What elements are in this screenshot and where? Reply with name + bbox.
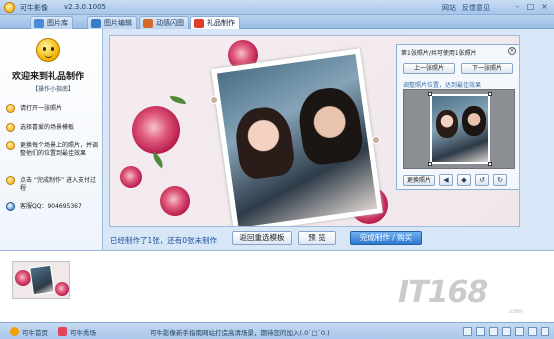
tab-flash[interactable]: 动感闪图 [139, 16, 189, 29]
guide-step: 更换每个场景上的照片，并调整他们的位置到最佳效果 [6, 141, 101, 171]
status-bar: 可牛首页 可牛秀场 可牛影像新手指南网站打造高清场景，期待您的加入(.0`□`0… [0, 322, 554, 339]
forum-link[interactable]: 可牛秀场 [70, 327, 96, 337]
main-area: 第1张照片/共可使用1张照片 × 上一张照片 下一张照片 调整照片位置，达到最佳… [103, 29, 554, 250]
rose-decoration [132, 106, 180, 154]
leaf-decoration [170, 96, 186, 104]
welcome-heading: 欢迎来到礼品制作 [12, 72, 85, 82]
rose-decoration [120, 166, 142, 188]
status-message: 可牛影像新手指南网站打造高清场景，期待您的加入(.0`□`0.) [150, 329, 330, 337]
tray-icon[interactable] [489, 327, 498, 336]
support-qq: 客服QQ：904695367 [20, 203, 82, 210]
adjust-hint: 调整照片位置，达到最佳效果 [403, 82, 482, 89]
app-version: v2.3.0.1005 [64, 3, 106, 11]
guide-title: 【操作小指南】 [32, 86, 75, 93]
prev-photo-button[interactable]: 上一张照片 [403, 63, 455, 74]
home-link[interactable]: 可牛首页 [22, 327, 48, 337]
step-text: 选择喜爱的场景模板 [20, 124, 75, 131]
tab-label: 图片编辑 [104, 19, 132, 27]
rose-decoration [15, 270, 31, 286]
close-icon[interactable]: × [508, 47, 516, 55]
mascot-icon [36, 38, 60, 62]
tray-icon[interactable] [463, 327, 472, 336]
guide-sidebar: 欢迎来到礼品制作 【操作小指南】 请打开一张照片 选择喜爱的场景模板 更换每个场… [0, 29, 103, 250]
guide-step: 请打开一张照片 [6, 104, 101, 116]
feedback-link[interactable]: 反馈意见 [462, 3, 490, 13]
website-link[interactable]: 网站 [442, 3, 456, 13]
preview-button[interactable]: 预 览 [298, 231, 336, 245]
resize-handle[interactable] [488, 92, 492, 96]
photo-subject [295, 84, 366, 168]
bullet-icon [6, 141, 15, 150]
couple-photo[interactable] [211, 48, 383, 226]
thumbnail-photo [29, 264, 55, 296]
replace-photo-button[interactable]: 更换照片 [403, 175, 435, 186]
finish-button[interactable]: 完成制作 / 购买 [350, 231, 422, 245]
maximize-button[interactable]: □ [525, 2, 536, 12]
tab-gift[interactable]: 礼品制作 [190, 16, 240, 30]
tray-icon[interactable] [476, 327, 485, 336]
filmstrip: IT168 .com [0, 250, 554, 322]
template-canvas[interactable]: 第1张照片/共可使用1张照片 × 上一张照片 下一张照片 调整照片位置，达到最佳… [109, 35, 520, 227]
rotate-left-icon[interactable]: ↺ [475, 174, 489, 186]
resize-handle[interactable] [428, 92, 432, 96]
rotate-right-icon[interactable]: ↻ [493, 174, 507, 186]
app-title: 可牛影像 [20, 4, 48, 12]
resize-handle[interactable] [428, 162, 432, 166]
back-to-template-button[interactable]: 返回重选模板 [232, 231, 292, 245]
photo-preview[interactable] [403, 89, 515, 169]
forum-icon [58, 327, 67, 336]
tab-label: 动感闪图 [156, 19, 184, 27]
bullet-icon [6, 176, 15, 185]
photo-adjust-panel: 第1张照片/共可使用1张照片 × 上一张照片 下一张照片 调整照片位置，达到最佳… [396, 44, 519, 190]
step-text: 请打开一张照片 [20, 105, 63, 112]
rose-decoration [160, 186, 190, 216]
app-logo-icon [4, 2, 15, 13]
gallery-icon [34, 19, 44, 28]
resize-grip-icon[interactable] [541, 327, 549, 336]
guide-step: 点击 “完成制作” 进入支付过程 [6, 176, 101, 196]
tray-icon[interactable] [528, 327, 537, 336]
close-button[interactable]: × [539, 2, 550, 12]
edit-icon [91, 19, 101, 28]
bullet-icon [6, 123, 15, 132]
tab-gallery[interactable]: 图片库 [30, 16, 73, 29]
watermark-suffix: .com [508, 308, 523, 315]
guide-step: 客服QQ：904695367 [6, 202, 101, 214]
step-text: 点击 “完成制作” 进入支付过程 [20, 177, 97, 192]
preview-photo[interactable] [430, 94, 490, 164]
tray-icon[interactable] [515, 327, 524, 336]
watermark: IT168 [398, 275, 488, 310]
flip-vertical-icon[interactable]: ◆ [457, 174, 471, 186]
tray-icon[interactable] [502, 327, 511, 336]
tab-label: 图片库 [47, 19, 68, 27]
tab-bar: 图片库 图片编辑 动感闪图 礼品制作 [0, 15, 554, 30]
guide-step: 选择喜爱的场景模板 [6, 123, 101, 135]
bullet-icon [6, 104, 15, 113]
bow-decoration [210, 96, 218, 104]
title-bar: 可牛影像 v2.3.0.1005 网站 反馈意见 - □ × [0, 0, 554, 15]
flash-icon [143, 19, 153, 28]
tab-label: 礼品制作 [207, 19, 235, 27]
home-icon [10, 327, 19, 336]
bow-decoration [372, 136, 380, 144]
step-text: 更换每个场景上的照片，并调整他们的位置到最佳效果 [20, 142, 99, 157]
minimize-button[interactable]: - [512, 2, 523, 12]
tab-edit[interactable]: 图片编辑 [87, 16, 137, 29]
panel-title: 第1张照片/共可使用1张照片 [401, 50, 477, 57]
photo-subject [232, 104, 297, 182]
qq-icon [6, 202, 15, 211]
resize-handle[interactable] [488, 162, 492, 166]
rose-decoration [55, 282, 69, 296]
template-thumbnail[interactable] [12, 261, 70, 299]
next-photo-button[interactable]: 下一张照片 [461, 63, 513, 74]
flip-horizontal-icon[interactable]: ◀ [439, 174, 453, 186]
progress-status: 已经制作了1张，还有0张未制作 [110, 236, 218, 245]
leaf-decoration [149, 151, 167, 169]
gift-icon [194, 19, 204, 28]
